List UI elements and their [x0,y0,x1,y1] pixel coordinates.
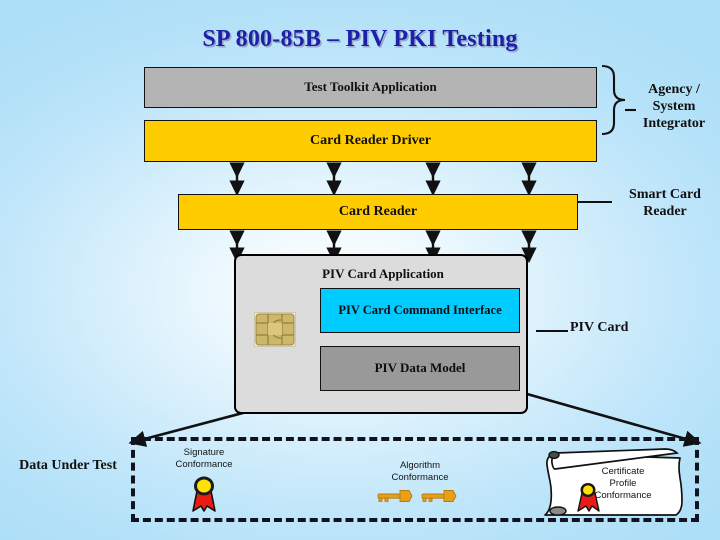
piv-data-model-box[interactable]: PIV Data Model [320,346,526,397]
smart-card-reader-line-2: Reader [643,203,687,219]
test-toolkit-application-box[interactable]: Test Toolkit Application [144,67,603,114]
smart-card-reader-leader-line [578,201,612,203]
arrow-reader-to-pivcard-group [229,230,537,264]
certificate-profile-line-2: Profile [609,477,637,489]
smart-card-reader-label: Smart Card Reader [612,187,718,221]
agency-label-line-2: System [652,98,696,114]
key-icon [376,487,462,510]
certificate-profile-line-3: Conformance [594,489,652,501]
piv-card-application-title: PIV Card Application [322,266,444,281]
arrow-driver-to-reader-group [229,162,537,197]
agency-system-integrator-label: Agency / System Integrator [630,82,718,132]
piv-card-leader-line [536,330,568,332]
signature-conformance-label: Signature Conformance [152,447,256,471]
agency-label-line-1: Agency / [648,82,700,97]
piv-card-command-interface-box[interactable]: PIV Card Command Interface [320,288,526,339]
card-reader-box[interactable]: Card Reader [178,194,584,236]
smart-card-chip-icon [254,312,296,347]
smart-card-reader-line-1: Smart Card [629,187,701,202]
slide-canvas: SP 800-85B – PIV PKI Testing Test Toolki… [0,0,720,540]
certificate-profile-line-1: Certificate [601,466,645,477]
algorithm-conformance-label: Algorithm Conformance [368,460,472,484]
signature-conformance-line-1: Signature [183,447,225,458]
award-ribbon-icon [186,473,222,518]
algorithm-conformance-line-1: Algorithm [399,460,441,471]
signature-conformance-line-2: Conformance [175,458,233,470]
algorithm-conformance-line-2: Conformance [391,471,449,483]
arrow-icon [519,390,702,447]
certificate-profile-conformance-label: Certificate Profile Conformance [580,466,666,502]
card-reader-driver-box[interactable]: Card Reader Driver [144,120,603,168]
data-under-test-label: Data Under Test [19,458,117,473]
agency-label-line-3: Integrator [642,115,706,131]
piv-card-label: PIV Card [570,320,629,335]
